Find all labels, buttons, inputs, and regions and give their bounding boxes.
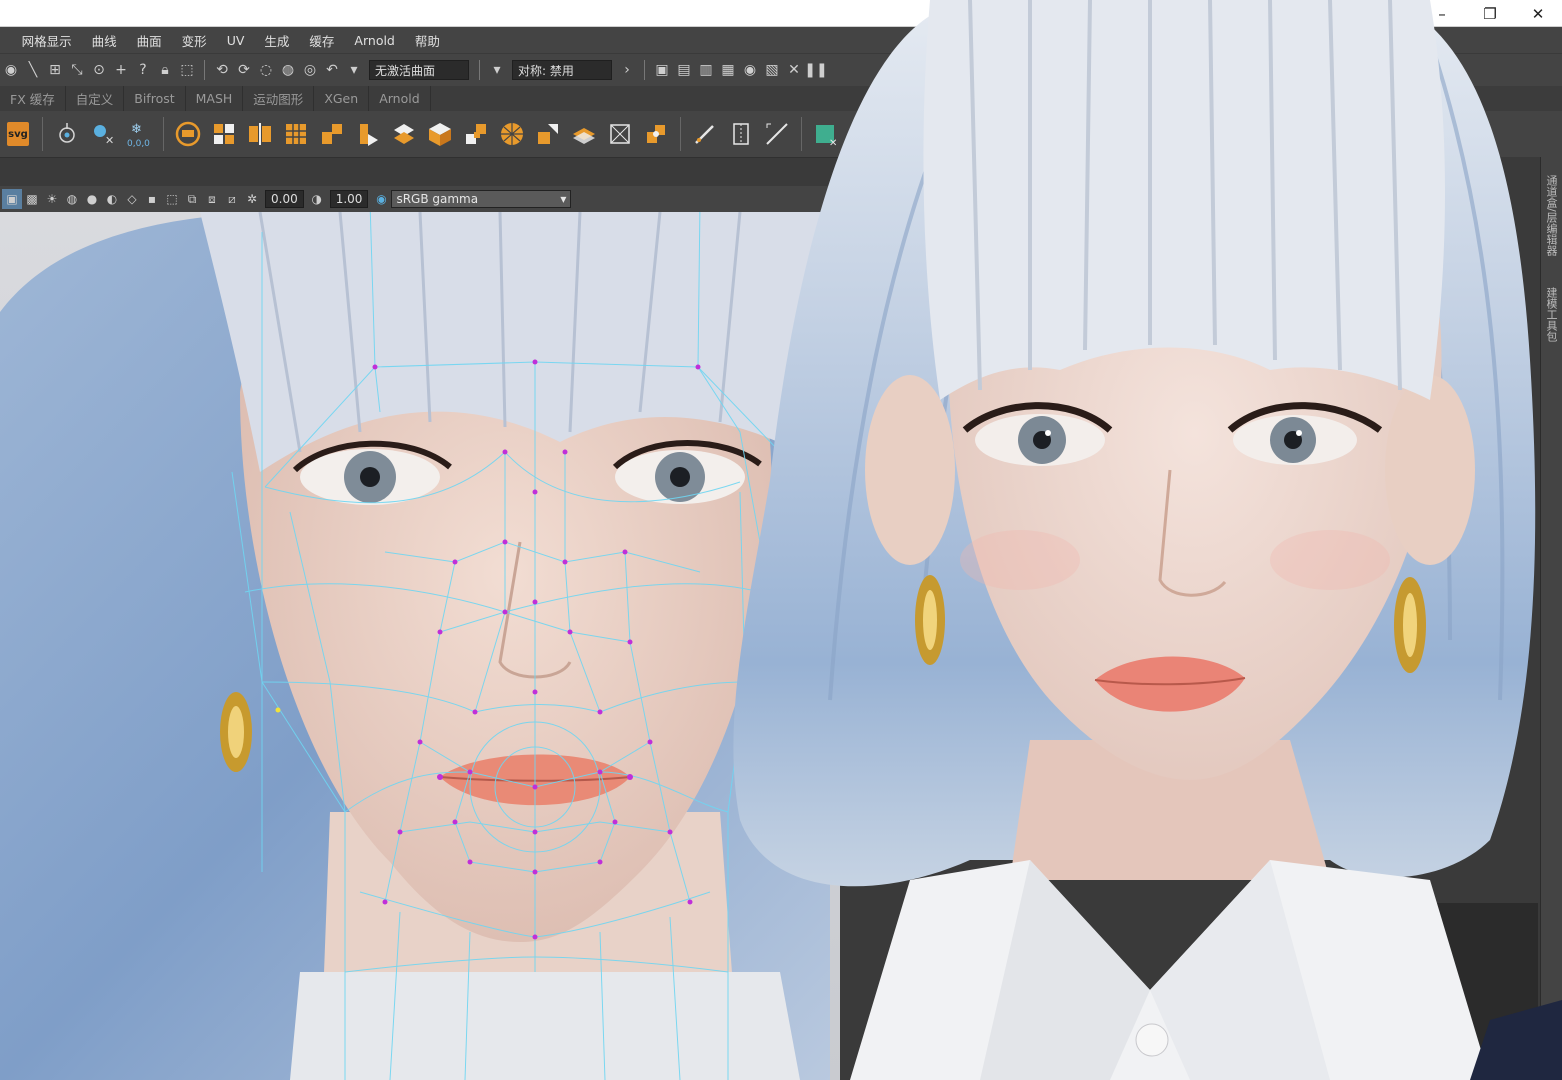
viewport-panel-toolbar: ▣ ▩ ☀ ◍ ● ◐ ◇ ▪ ⬚ ⧉ ⧈ ⧄ ✲ 0.00 ◑ 1.00 ◉ … [0,186,840,212]
extrude-icon[interactable] [314,116,350,152]
separator [163,117,164,151]
menu-arnold[interactable]: Arnold [344,33,404,48]
symmetry-field[interactable]: 对称: 禁用 [512,60,612,80]
viewport[interactable] [0,212,840,1080]
cube-icon[interactable] [422,116,458,152]
color-space-value: sRGB gamma [396,192,479,206]
select-icon[interactable]: ⬚ [162,189,182,209]
pencil-curve-icon[interactable] [687,116,723,152]
separator [680,117,681,151]
dropdown-icon[interactable]: ▾ [486,59,508,81]
svg-badge: svg [7,122,29,146]
film-gate-icon[interactable]: ⧈ [202,189,222,209]
separator [42,117,43,151]
sphere-wire-icon[interactable] [494,116,530,152]
lasso-5-icon[interactable]: ◎ [299,59,321,81]
menu-curves[interactable]: 曲线 [82,31,127,50]
camera-attributes-icon[interactable]: ▣ [2,189,22,209]
xray-icon[interactable]: ◐ [102,189,122,209]
combine-icon[interactable] [170,116,206,152]
chevron-down-icon: ▾ [560,192,567,206]
render-frame-icon[interactable]: ▤ [673,59,695,81]
menu-mesh-display[interactable]: 网格显示 [12,31,82,50]
chevron-right-icon[interactable]: › [616,59,638,81]
color-space-dropdown[interactable]: sRGB gamma ▾ [391,190,572,208]
resolution-gate-icon[interactable]: ⧄ [222,189,242,209]
menu-deform[interactable]: 变形 [172,31,217,50]
menu-surfaces[interactable]: 曲面 [127,31,172,50]
bridge-icon[interactable] [350,116,386,152]
portrait-render [733,0,1562,1080]
menu-uv[interactable]: UV [217,33,255,48]
shaded-icon[interactable]: ▩ [22,189,42,209]
dropdown-icon[interactable]: ▾ [343,59,365,81]
menu-cache[interactable]: 缓存 [299,31,344,50]
plus-icon[interactable]: + [110,59,132,81]
color-management-icon[interactable]: ◉ [371,189,391,209]
svg-text:✕: ✕ [105,134,114,147]
tab-bifrost[interactable]: Bifrost [124,86,186,111]
lasso-icon[interactable]: ⟲ [211,59,233,81]
lock-icon[interactable]: 🔒︎ [154,59,176,81]
snap-curve-icon[interactable]: ╲ [22,59,44,81]
delete-history-icon[interactable]: ✕ [85,116,121,152]
live-surface-field[interactable]: 无激活曲面 [369,60,469,80]
tab-arnold[interactable]: Arnold [369,86,431,111]
slide-edge-icon[interactable] [566,116,602,152]
isolate-icon[interactable]: ◇ [122,189,142,209]
exposure-field[interactable]: 0.00 [265,190,304,208]
bevel-icon[interactable] [386,116,422,152]
menu-edge-fragment: ▏ [0,32,8,48]
lights-icon[interactable]: ☀ [42,189,62,209]
select-tool-icon[interactable]: ⬚ [176,59,198,81]
separator [204,60,205,80]
svg-text:❄: ❄ [131,122,142,137]
retopo-icon[interactable] [638,116,674,152]
menu-help[interactable]: 帮助 [405,31,450,50]
tab-xgen[interactable]: XGen [314,86,370,111]
wireframe-icon[interactable]: ● [82,189,102,209]
quad-draw-icon[interactable] [602,116,638,152]
multi-cut-icon[interactable] [458,116,494,152]
lasso-4-icon[interactable]: ◍ [277,59,299,81]
target-weld-icon[interactable] [530,116,566,152]
render-view-icon[interactable]: ▣ [651,59,673,81]
lasso-3-icon[interactable]: ◌ [255,59,277,81]
maya-window: – ❐ ✕ ▏ 网格显示 曲线 曲面 变形 UV 生成 缓存 Arnold 帮助… [0,0,1562,1080]
question-icon[interactable]: ? [132,59,154,81]
coords-label: 0,0,0 [127,139,150,149]
mirror-icon[interactable] [242,116,278,152]
snap-grid-icon[interactable]: ◉ [0,59,22,81]
shadows-icon[interactable]: ◍ [62,189,82,209]
separator [644,60,645,80]
lasso-2-icon[interactable]: ⟳ [233,59,255,81]
separate-icon[interactable] [206,116,242,152]
exposure-icon[interactable]: ✲ [242,189,262,209]
svg-tool-icon[interactable]: svg [0,116,36,152]
smooth-icon[interactable] [278,116,314,152]
tab-fx-cache[interactable]: FX 缓存 [0,86,66,111]
undo-icon[interactable]: ↶ [321,59,343,81]
menu-generate[interactable]: 生成 [254,31,299,50]
frame-icon[interactable]: ⧉ [182,189,202,209]
ipr-icon[interactable]: ▥ [695,59,717,81]
snap-point-icon[interactable]: ⊞ [44,59,66,81]
snap-surface-icon[interactable]: ⊙ [88,59,110,81]
tab-mash[interactable]: MASH [186,86,244,111]
grid-icon[interactable]: ▪ [142,189,162,209]
tab-custom[interactable]: 自定义 [66,86,125,111]
separator [479,60,480,80]
render-portrait-overlay [730,0,1562,1080]
gamma-field[interactable]: 1.00 [329,190,369,208]
gamma-icon[interactable]: ◑ [307,189,327,209]
pivot-icon[interactable] [49,116,85,152]
snap-view-icon[interactable]: ⤡ [66,59,88,81]
tab-motion-graphics[interactable]: 运动图形 [243,86,315,111]
freeze-transform-icon[interactable]: ❄ 0,0,0 [121,116,157,152]
viewport-render [0,212,833,1080]
